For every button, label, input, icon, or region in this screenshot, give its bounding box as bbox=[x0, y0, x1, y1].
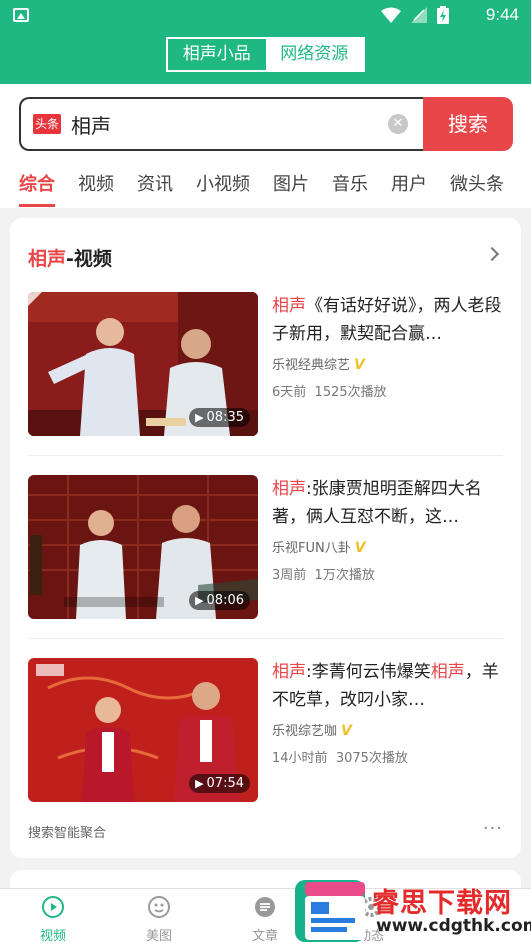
play-circle-icon bbox=[42, 896, 64, 918]
nav-articles[interactable]: 文章 bbox=[235, 895, 295, 944]
video-duration: 08:35 bbox=[189, 408, 250, 427]
video-meta: 3周前 1万次播放 bbox=[272, 568, 375, 583]
clear-icon[interactable]: ✕ bbox=[388, 114, 408, 134]
video-duration: 07:54 bbox=[189, 774, 250, 793]
video-item[interactable]: 07:54 相声:李菁何云伟爆笑相声，羊不吃草，改叼小家… 乐视综艺咖V 14小… bbox=[28, 658, 503, 804]
aggregate-label: 搜索智能聚合 bbox=[28, 826, 107, 841]
tab-micro-posts[interactable]: 微头条 bbox=[450, 164, 504, 208]
video-item[interactable]: 08:35 相声《有话好好说》，两人老段子新用，默契配合赢… 乐视经典综艺V 6… bbox=[28, 292, 503, 438]
battery-icon bbox=[437, 6, 449, 24]
video-meta: 14小时前 3075次播放 bbox=[272, 751, 408, 766]
wifi-icon bbox=[381, 7, 401, 23]
video-title[interactable]: 相声:李菁何云伟爆笑相声，羊不吃草，改叼小家… bbox=[272, 658, 504, 714]
video-thumbnail[interactable]: 08:35 bbox=[28, 292, 258, 436]
video-source[interactable]: 乐视FUN八卦 V bbox=[272, 537, 366, 556]
tab-short-video[interactable]: 小视频 bbox=[196, 164, 250, 208]
segment-xiangsheng-xiaopin[interactable]: 相声小品 bbox=[168, 39, 266, 70]
video-source[interactable]: 乐视经典综艺 V bbox=[272, 354, 365, 373]
tab-all[interactable]: 综合 bbox=[19, 164, 55, 208]
video-thumbnail[interactable]: 08:06 bbox=[28, 475, 258, 619]
watermark-url: www.cdgthk.com bbox=[376, 916, 531, 936]
status-icons bbox=[381, 6, 449, 24]
tab-images[interactable]: 图片 bbox=[273, 164, 309, 208]
divider bbox=[28, 638, 503, 639]
watermark-logo-icon bbox=[295, 880, 365, 942]
tab-music[interactable]: 音乐 bbox=[332, 164, 368, 208]
video-title[interactable]: 相声:张康贾旭明歪解四大名著，俩人互怼不断，这… bbox=[272, 475, 504, 531]
nav-pictures[interactable]: 美图 bbox=[129, 895, 189, 944]
search-query[interactable]: 相声 bbox=[71, 110, 111, 139]
tab-video[interactable]: 视频 bbox=[78, 164, 114, 208]
nav-video[interactable]: 视频 bbox=[23, 895, 83, 944]
image-notification-icon bbox=[13, 8, 29, 22]
section-title[interactable]: 相声-视频 bbox=[28, 244, 112, 271]
nav-articles-label: 文章 bbox=[251, 929, 278, 944]
signal-icon bbox=[411, 7, 427, 23]
video-title[interactable]: 相声《有话好好说》，两人老段子新用，默契配合赢… bbox=[272, 292, 504, 348]
video-duration: 08:06 bbox=[189, 591, 250, 610]
site-watermark: 睿思下载网 www.cdgthk.com bbox=[293, 878, 531, 945]
video-results-card: 相声-视频 08:35 相声《有话好好说》，两人老段子新用，默契配合赢… 乐视经… bbox=[10, 218, 521, 858]
segment-network-resources[interactable]: 网络资源 bbox=[265, 39, 363, 70]
divider bbox=[28, 455, 503, 456]
toutiao-logo-icon: 头条 bbox=[33, 114, 61, 134]
category-tabs: 综合 视频 资讯 小视频 图片 音乐 用户 微头条 bbox=[0, 164, 531, 208]
status-bar: 9:44 bbox=[0, 0, 531, 30]
nav-pictures-label: 美图 bbox=[145, 929, 172, 944]
search-button[interactable]: 搜索 bbox=[423, 97, 513, 151]
video-source[interactable]: 乐视综艺咖 V bbox=[272, 720, 352, 739]
watermark-title: 睿思下载网 bbox=[372, 888, 512, 919]
tab-news[interactable]: 资讯 bbox=[137, 164, 173, 208]
article-icon bbox=[255, 897, 275, 917]
verified-icon: V bbox=[354, 357, 365, 373]
more-options-icon[interactable]: ··· bbox=[483, 818, 503, 839]
video-item[interactable]: 08:06 相声:张康贾旭明歪解四大名著，俩人互怼不断，这… 乐视FUN八卦V … bbox=[28, 475, 503, 621]
video-meta: 6天前 1525次播放 bbox=[272, 385, 387, 400]
chevron-right-icon[interactable] bbox=[484, 246, 500, 262]
video-thumbnail[interactable]: 07:54 bbox=[28, 658, 258, 802]
nav-video-label: 视频 bbox=[39, 929, 66, 944]
tab-users[interactable]: 用户 bbox=[391, 164, 427, 208]
status-time: 9:44 bbox=[485, 5, 519, 24]
smile-face-icon bbox=[148, 896, 170, 918]
search-input[interactable]: 头条 相声 ✕ bbox=[19, 97, 424, 151]
verified-icon: V bbox=[341, 723, 352, 739]
source-switch: 相声小品 网络资源 bbox=[166, 37, 365, 72]
verified-icon: V bbox=[354, 540, 366, 556]
